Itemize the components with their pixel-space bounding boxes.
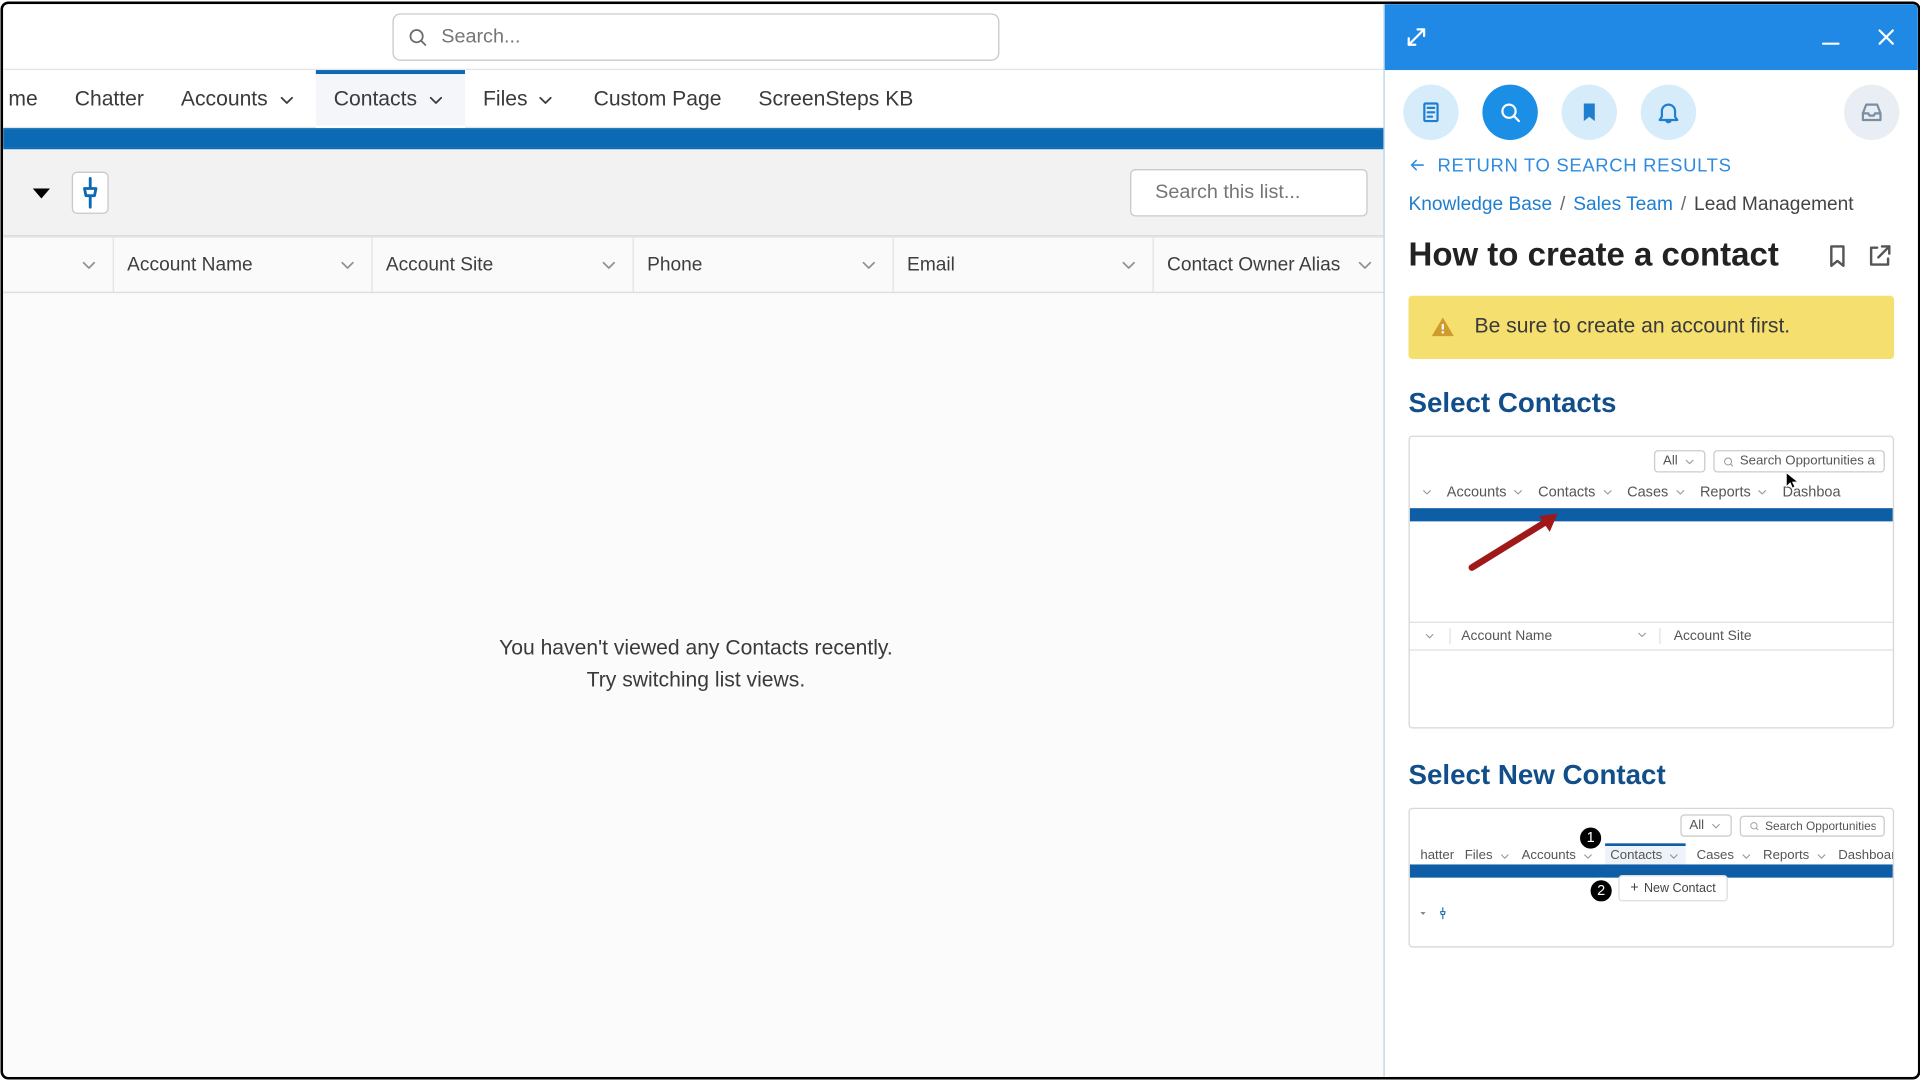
breadcrumb: Knowledge Base/Sales Team/Lead Managemen… bbox=[1408, 194, 1894, 215]
nav-item-screensteps-kb[interactable]: ScreenSteps KB bbox=[739, 70, 931, 127]
chevron-down-icon bbox=[1118, 254, 1139, 275]
mouse-cursor-icon bbox=[1783, 467, 1801, 493]
section-heading-2: Select New Contact bbox=[1408, 760, 1894, 792]
shot1-scope-pill: All bbox=[1653, 450, 1705, 472]
chevron-down-icon[interactable] bbox=[275, 89, 296, 110]
breadcrumb-mid[interactable]: Sales Team bbox=[1573, 194, 1673, 215]
bookmark-outline-icon[interactable] bbox=[1822, 240, 1851, 269]
column-account-site[interactable]: Account Site bbox=[372, 237, 633, 291]
return-link[interactable]: RETURN TO SEARCH RESULTS bbox=[1408, 154, 1894, 175]
column-label: Account Name bbox=[127, 254, 253, 275]
chevron-down-icon bbox=[78, 254, 99, 275]
nav-item-custom-page[interactable]: Custom Page bbox=[575, 70, 740, 127]
tab-articles[interactable] bbox=[1403, 84, 1458, 139]
nav-label: Contacts bbox=[333, 88, 416, 112]
empty-line-1: You haven't viewed any Contacts recently… bbox=[3, 633, 1389, 665]
chevron-down-icon bbox=[1354, 254, 1375, 275]
caret-down-icon bbox=[24, 174, 58, 208]
nav-item-contacts[interactable]: Contacts bbox=[315, 70, 464, 127]
section-heading-1: Select Contacts bbox=[1408, 388, 1894, 420]
search-icon bbox=[1722, 454, 1734, 467]
expand-icon[interactable] bbox=[1403, 23, 1429, 49]
nav-item-files[interactable]: Files bbox=[464, 70, 575, 127]
chevron-down-icon[interactable] bbox=[535, 89, 556, 110]
new-contact-menu-item: +New Contact bbox=[1618, 875, 1727, 901]
article-title: How to create a contact bbox=[1408, 236, 1809, 274]
tab-bookmarks[interactable] bbox=[1561, 84, 1616, 139]
nav-label: Chatter bbox=[74, 88, 143, 112]
global-search[interactable] bbox=[392, 12, 999, 60]
annotation-arrow-icon bbox=[1465, 508, 1571, 574]
pin-icon bbox=[73, 174, 107, 208]
column-owner-alias[interactable]: Contact Owner Alias bbox=[1153, 237, 1388, 291]
arrow-left-icon bbox=[1408, 155, 1426, 173]
salesforce-app: me Chatter Accounts Contacts Files Custo… bbox=[3, 4, 1389, 1077]
tab-notifications[interactable] bbox=[1640, 84, 1695, 139]
nav-label: Custom Page bbox=[593, 88, 721, 112]
list-search-input[interactable] bbox=[1155, 180, 1418, 202]
chevron-down-icon bbox=[858, 254, 879, 275]
nav-item-accounts[interactable]: Accounts bbox=[162, 70, 315, 127]
list-view-switcher[interactable] bbox=[24, 174, 58, 208]
alert-text: Be sure to create an account first. bbox=[1474, 315, 1790, 339]
nav-bar: me Chatter Accounts Contacts Files Custo… bbox=[3, 70, 1389, 128]
column-phone[interactable]: Phone bbox=[633, 237, 893, 291]
empty-state: You haven't viewed any Contacts recently… bbox=[3, 633, 1389, 696]
accent-bar bbox=[3, 128, 1389, 149]
return-label: RETURN TO SEARCH RESULTS bbox=[1437, 154, 1731, 175]
panel-tabs bbox=[1384, 70, 1917, 154]
list-search[interactable] bbox=[1130, 168, 1368, 216]
panel-header bbox=[1384, 4, 1917, 70]
shot2-search-pill: Search Opportunities and bbox=[1739, 814, 1884, 835]
warning-alert: Be sure to create an account first. bbox=[1408, 295, 1894, 358]
help-panel: RETURN TO SEARCH RESULTS Knowledge Base/… bbox=[1383, 4, 1917, 1077]
chevron-down-icon bbox=[598, 254, 619, 275]
chevron-down-icon bbox=[1682, 454, 1695, 467]
tab-search[interactable] bbox=[1482, 84, 1537, 139]
nav-item-chatter[interactable]: Chatter bbox=[56, 70, 162, 127]
nav-label: me bbox=[8, 88, 37, 112]
chevron-down-icon bbox=[1420, 485, 1433, 498]
nav-label: Accounts bbox=[180, 88, 267, 112]
warning-icon bbox=[1429, 314, 1455, 340]
breadcrumb-root[interactable]: Knowledge Base bbox=[1408, 194, 1552, 215]
column-label: Phone bbox=[647, 254, 702, 275]
open-external-icon[interactable] bbox=[1865, 240, 1894, 269]
top-bar bbox=[3, 4, 1389, 70]
breadcrumb-current: Lead Management bbox=[1694, 194, 1854, 215]
step-1-badge: 1 bbox=[1577, 824, 1603, 850]
column-blank[interactable] bbox=[3, 237, 114, 291]
nav-item-home[interactable]: me bbox=[3, 70, 56, 127]
chevron-down-icon[interactable] bbox=[424, 89, 445, 110]
column-account-name[interactable]: Account Name bbox=[113, 237, 372, 291]
tab-inbox[interactable] bbox=[1843, 84, 1898, 139]
empty-line-2: Try switching list views. bbox=[3, 665, 1389, 697]
column-label: Contact Owner Alias bbox=[1167, 254, 1340, 275]
global-search-input[interactable] bbox=[441, 25, 985, 47]
column-email[interactable]: Email bbox=[893, 237, 1153, 291]
search-icon bbox=[406, 25, 427, 46]
close-icon[interactable] bbox=[1873, 23, 1899, 49]
pin-list-button[interactable] bbox=[71, 171, 108, 213]
shot2-scope-pill: All bbox=[1680, 814, 1732, 836]
screenshot-1: All Search Opportunities and Accounts Co… bbox=[1408, 435, 1894, 728]
screenshot-2: All Search Opportunities and hatter File… bbox=[1408, 807, 1894, 947]
nav-label: ScreenSteps KB bbox=[758, 88, 913, 112]
column-label: Email bbox=[907, 254, 955, 275]
step-2-badge: 2 bbox=[1587, 877, 1613, 903]
list-toolbar bbox=[3, 149, 1389, 236]
minimize-icon[interactable] bbox=[1817, 23, 1843, 49]
nav-label: Files bbox=[483, 88, 528, 112]
chevron-down-icon bbox=[336, 254, 357, 275]
column-label: Account Site bbox=[385, 254, 492, 275]
panel-body: RETURN TO SEARCH RESULTS Knowledge Base/… bbox=[1384, 154, 1917, 1076]
data-grid: Account Name Account Site Phone Email Co… bbox=[3, 236, 1389, 1077]
grid-header: Account Name Account Site Phone Email Co… bbox=[3, 237, 1389, 292]
